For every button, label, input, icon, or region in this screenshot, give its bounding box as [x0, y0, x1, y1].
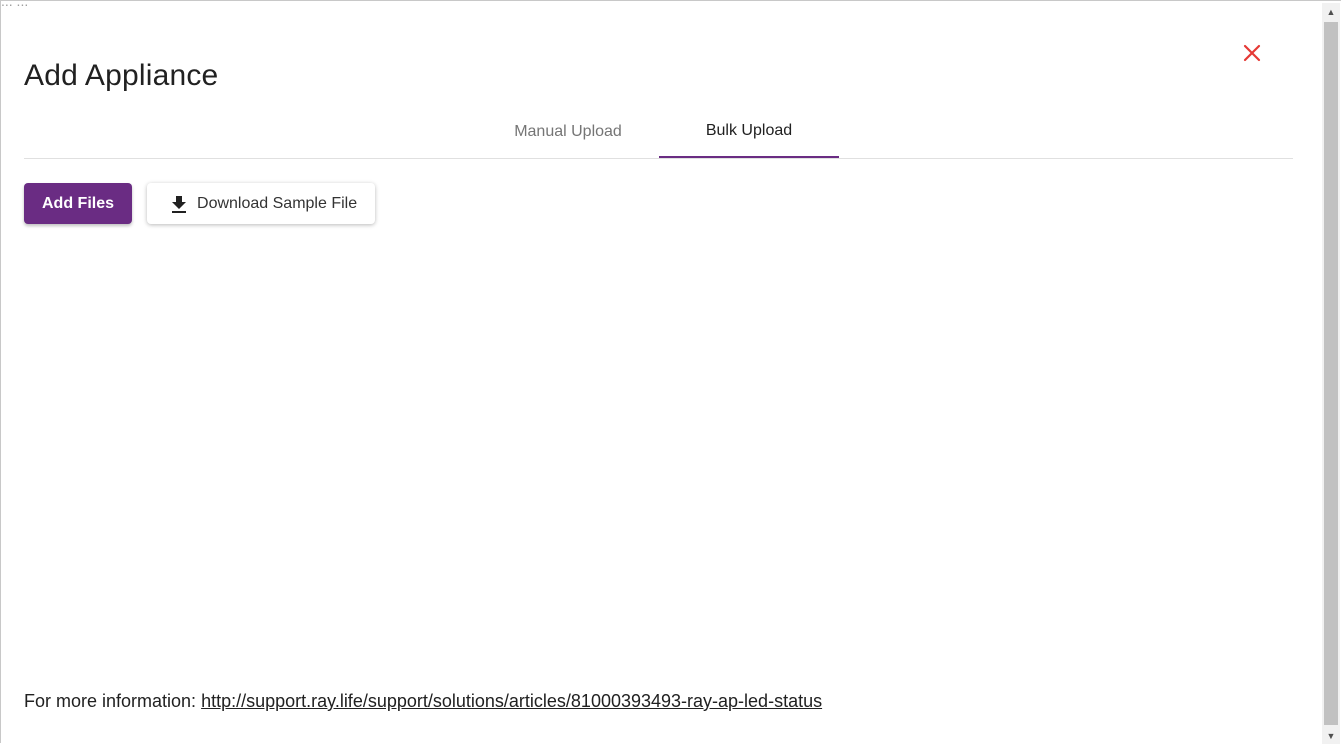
scrollbar-thumb[interactable] [1324, 22, 1338, 725]
tab-bulk-upload[interactable]: Bulk Upload [659, 106, 839, 158]
add-files-button[interactable]: Add Files [24, 183, 133, 224]
more-info-label: For more information: [24, 691, 197, 711]
background-page-text: ... ... [1, 0, 29, 9]
more-info-footer: For more information: http://support.ray… [24, 691, 822, 712]
action-bar: Add Files Download Sample File [24, 183, 376, 224]
close-button[interactable] [1239, 40, 1265, 66]
scroll-up-arrow-icon[interactable]: ▲ [1322, 3, 1340, 20]
download-sample-file-button[interactable]: Download Sample File [147, 183, 376, 224]
tab-manual-upload[interactable]: Manual Upload [478, 106, 658, 158]
dialog-frame: ... ... Add Appliance Manual Upload Bulk… [0, 0, 1341, 744]
close-icon [1243, 44, 1261, 62]
support-link[interactable]: http://support.ray.life/support/solution… [201, 691, 822, 711]
tab-bar: Manual Upload Bulk Upload [24, 106, 1293, 159]
vertical-scrollbar[interactable]: ▲ ▼ [1322, 3, 1340, 744]
dialog-title: Add Appliance [24, 59, 219, 92]
download-icon [172, 195, 187, 213]
download-sample-file-label: Download Sample File [197, 194, 358, 212]
scroll-down-arrow-icon[interactable]: ▼ [1322, 727, 1340, 744]
